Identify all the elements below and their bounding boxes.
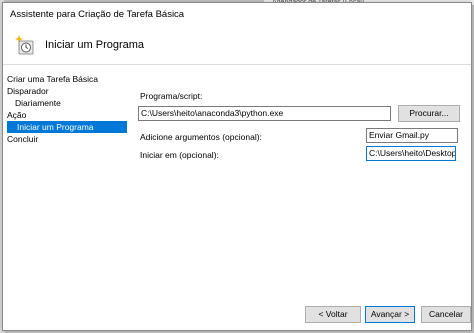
nav-item-trigger[interactable]: Disparador — [3, 85, 127, 97]
nav-item-create-task[interactable]: Criar uma Tarefa Básica — [3, 73, 127, 85]
clock-sparkle-icon — [13, 34, 35, 56]
wizard-dialog: Assistente para Criação de Tarefa Básica… — [2, 2, 472, 331]
page-title: Iniciar um Programa — [45, 38, 145, 51]
wizard-header: Iniciar um Programa — [3, 25, 471, 65]
program-input[interactable]: C:\Users\heito\anaconda3\python.exe — [138, 106, 391, 121]
back-button[interactable]: < Voltar — [305, 306, 361, 323]
args-input[interactable]: Enviar Gmail.py — [366, 128, 458, 143]
nav-item-daily[interactable]: Diariamente — [3, 97, 127, 109]
start-in-label: Iniciar em (opcional): — [140, 150, 219, 160]
next-button[interactable]: Avançar > — [365, 306, 415, 323]
browse-button[interactable]: Procurar... — [398, 105, 460, 122]
window-title: Assistente para Criação de Tarefa Básica — [10, 8, 185, 20]
program-label: Programa/script: — [140, 91, 203, 101]
title-bar: Assistente para Criação de Tarefa Básica — [3, 3, 471, 25]
start-in-input[interactable]: C:\Users\heito\Desktop — [366, 146, 456, 161]
nav-item-start-program[interactable]: Iniciar um Programa — [7, 121, 127, 133]
nav-item-action[interactable]: Ação — [3, 109, 127, 121]
wizard-steps-nav: Criar uma Tarefa Básica Disparador Diari… — [3, 73, 127, 145]
wizard-body: Criar uma Tarefa Básica Disparador Diari… — [3, 67, 471, 298]
cancel-button[interactable]: Cancelar — [421, 306, 471, 323]
wizard-footer: < Voltar Avançar > Cancelar — [3, 298, 471, 330]
args-label: Adicione argumentos (opcional): — [140, 132, 262, 142]
nav-item-finish[interactable]: Concluir — [3, 133, 127, 145]
